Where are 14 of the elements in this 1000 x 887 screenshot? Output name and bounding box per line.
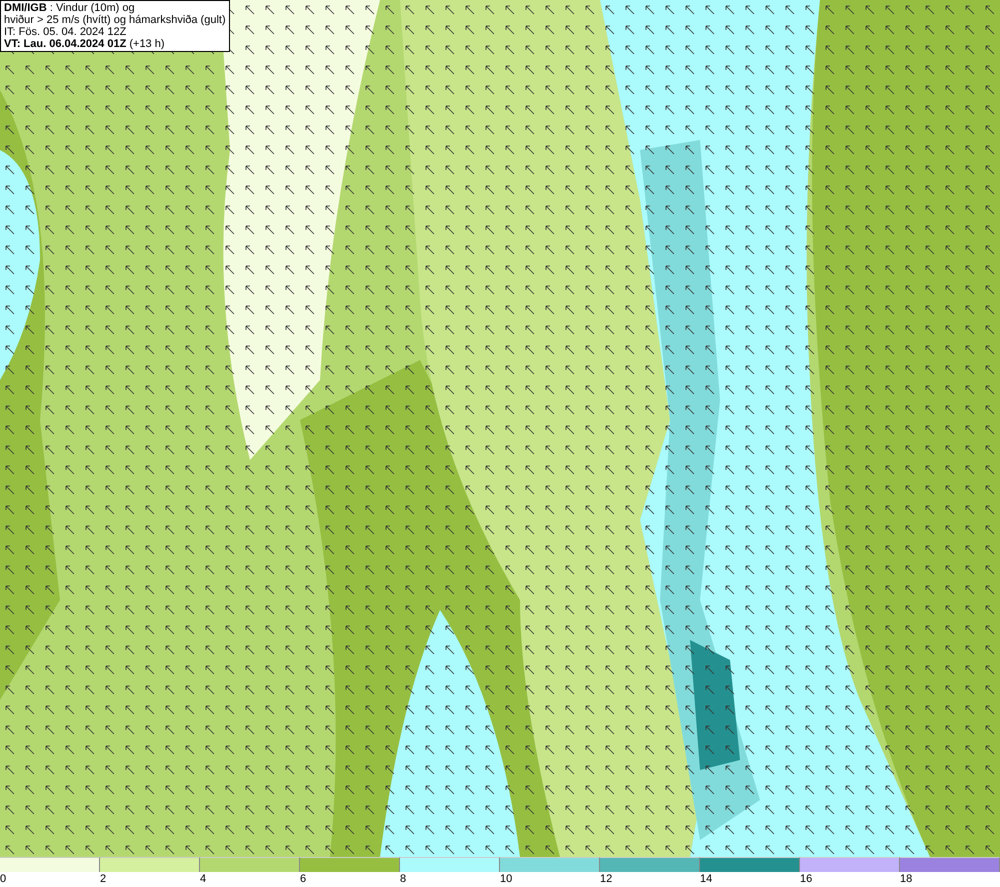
title-line: IT: Fös. 05. 04. 2024 12Z bbox=[4, 26, 128, 38]
legend-label: 10 bbox=[500, 872, 512, 887]
legend-label: 2 bbox=[100, 872, 106, 887]
legend-label: 14 bbox=[700, 872, 712, 887]
title-line: hviður > 25 m/s (hvítt) og hámarkshviða (gult) bbox=[4, 14, 226, 26]
legend-label: 16 bbox=[800, 872, 812, 887]
legend-label: 6 bbox=[300, 872, 306, 887]
legend-label: 0 bbox=[0, 872, 6, 887]
legend-label: 4 bbox=[200, 872, 206, 887]
legend-label: 8 bbox=[400, 872, 406, 887]
legend-label: 12 bbox=[600, 872, 612, 887]
legend-label: 18 bbox=[900, 872, 912, 887]
title-line: VT: Lau. 06.04.2024 01Z (+13 h) bbox=[4, 38, 166, 50]
title-line: DMI/IGB : Vindur (10m) og bbox=[4, 2, 136, 14]
